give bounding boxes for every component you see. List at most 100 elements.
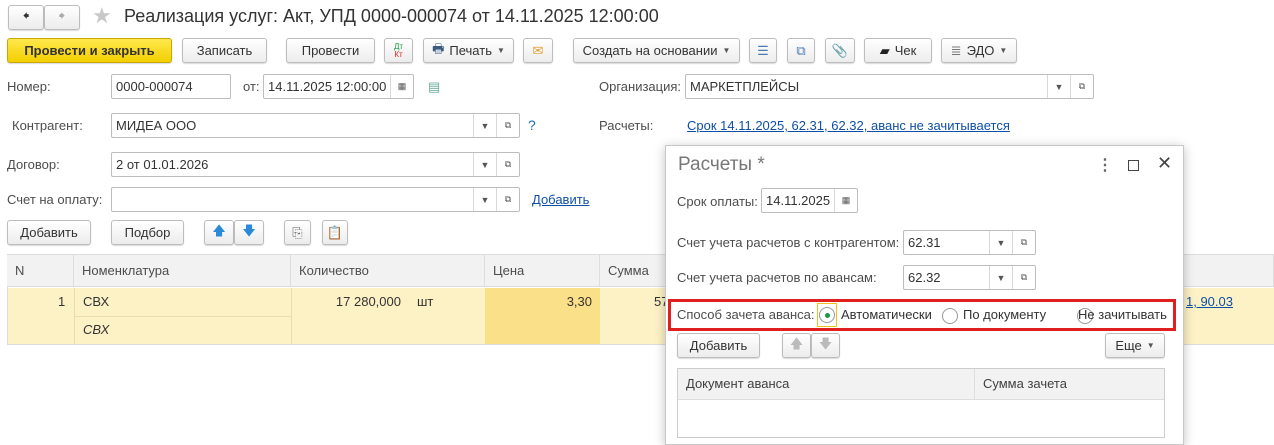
paperclip-icon: 📎 xyxy=(831,42,849,58)
dropdown-icon[interactable]: ▼ xyxy=(989,231,1012,254)
counterparty-account-label: Счет учета расчетов с контрагентом: xyxy=(677,235,900,250)
back-button[interactable]: 🠸 xyxy=(8,5,44,30)
due-date-field[interactable]: 14.11.2025 ▦ xyxy=(761,188,858,213)
move-up-button[interactable]: 🡅 xyxy=(204,220,234,245)
arrow-left-icon: 🠸 xyxy=(22,7,30,23)
date-label: от: xyxy=(243,79,260,94)
row-price: 3,30 xyxy=(566,294,592,309)
chevron-down-icon: ▼ xyxy=(1146,341,1155,350)
row-accounts-link[interactable]: 1, 90.03 xyxy=(1186,294,1233,309)
create-based-on-button[interactable]: Создать на основании ▼ xyxy=(573,38,740,63)
column-n[interactable]: N xyxy=(7,255,74,287)
counterparty-value: МИДЕА ООО xyxy=(116,118,197,133)
maximize-icon[interactable] xyxy=(1128,160,1139,171)
email-button[interactable]: ✉ xyxy=(523,38,553,63)
cash-register-icon: ▰ xyxy=(879,42,890,58)
column-quantity[interactable]: Количество xyxy=(291,255,485,287)
invoice-field[interactable]: ▼ ⧉ xyxy=(111,187,520,212)
dropdown-icon[interactable]: ▼ xyxy=(473,114,496,137)
add-row-button[interactable]: Добавить xyxy=(7,220,91,245)
radio-no-offset-label[interactable]: Не зачитывать xyxy=(1078,307,1167,322)
edo-label: ЭДО xyxy=(966,43,995,58)
document-status-icon[interactable]: ▤ xyxy=(428,79,440,95)
calendar-icon[interactable]: ▦ xyxy=(834,189,857,212)
row-quantity: 17 280,000 xyxy=(335,294,401,309)
organization-field[interactable]: МАРКЕТПЛЕЙСЫ ▼ ⧉ xyxy=(685,74,1094,99)
open-icon[interactable]: ⧉ xyxy=(1012,231,1035,254)
radio-auto[interactable] xyxy=(817,303,837,327)
advance-account-label: Счет учета расчетов по авансам: xyxy=(677,270,877,285)
paste-icon: 📋 xyxy=(326,224,344,240)
row-number: 1 xyxy=(58,294,66,309)
more-button[interactable]: Еще ▼ xyxy=(1105,333,1165,358)
kt-label: Кт xyxy=(394,49,403,59)
close-icon[interactable]: ✕ xyxy=(1157,153,1172,174)
dropdown-icon[interactable]: ▼ xyxy=(473,188,496,211)
structure-icon: ⧉ xyxy=(796,42,806,58)
due-date-label: Срок оплаты: xyxy=(677,194,758,209)
dt-kt-button[interactable]: Дт Кт xyxy=(384,38,413,63)
column-offset-sum[interactable]: Сумма зачета xyxy=(975,369,1164,400)
forward-button[interactable]: 🠺 xyxy=(44,5,80,30)
save-button[interactable]: Записать xyxy=(182,38,267,63)
open-icon[interactable]: ⧉ xyxy=(496,114,519,137)
counterparty-account-field[interactable]: 62.31 ▼ ⧉ xyxy=(903,230,1036,255)
copy-icon: ⎘ xyxy=(292,224,303,240)
check-button[interactable]: ▰ Чек xyxy=(864,38,932,63)
row-item-description: СВХ xyxy=(83,322,110,337)
counterparty-field[interactable]: МИДЕА ООО ▼ ⧉ xyxy=(111,113,520,138)
open-icon[interactable]: ⧉ xyxy=(496,153,519,176)
print-button[interactable]: 🖶 Печать ▼ xyxy=(423,38,514,63)
edo-button[interactable]: ≣ ЭДО ▼ xyxy=(941,38,1017,63)
help-icon[interactable]: ? xyxy=(528,117,536,133)
dialog-add-button[interactable]: Добавить xyxy=(677,333,760,358)
advance-account-field[interactable]: 62.32 ▼ ⧉ xyxy=(903,265,1036,290)
number-field[interactable]: 0000-000074 xyxy=(111,74,231,99)
paste-button[interactable]: 📋 xyxy=(322,220,348,245)
dropdown-icon[interactable]: ▼ xyxy=(989,266,1012,289)
dialog-move-up-button[interactable]: 🡅 xyxy=(782,333,811,358)
calendar-icon[interactable]: ▦ xyxy=(390,75,413,98)
column-price[interactable]: Цена xyxy=(485,255,600,287)
structure-button[interactable]: ⧉ xyxy=(787,38,815,63)
arrow-right-icon: 🠺 xyxy=(58,7,66,23)
post-button[interactable]: Провести xyxy=(286,38,375,63)
dropdown-icon[interactable]: ▼ xyxy=(1047,75,1070,98)
radio-by-document-label[interactable]: По документу xyxy=(963,307,1046,322)
move-down-button[interactable]: 🡇 xyxy=(234,220,264,245)
date-value: 14.11.2025 12:00:00 xyxy=(268,79,387,94)
advance-offset-label: Способ зачета аванса: xyxy=(677,307,815,322)
pick-button[interactable]: Подбор xyxy=(111,220,184,245)
number-value: 0000-000074 xyxy=(116,79,193,94)
invoice-add-link[interactable]: Добавить xyxy=(532,192,589,207)
star-icon[interactable]: ★ xyxy=(92,3,112,29)
invoice-label: Счет на оплату: xyxy=(7,192,103,207)
radio-by-document[interactable] xyxy=(942,307,958,324)
open-icon[interactable]: ⧉ xyxy=(1012,266,1035,289)
radio-auto-label[interactable]: Автоматически xyxy=(841,307,932,322)
row-item: СВХ xyxy=(83,294,110,309)
open-icon[interactable]: ⧉ xyxy=(496,188,519,211)
post-and-close-button[interactable]: Провести и закрыть xyxy=(7,38,172,63)
chevron-down-icon: ▼ xyxy=(722,46,731,55)
number-label: Номер: xyxy=(7,79,51,94)
list-button[interactable]: ☰ xyxy=(749,38,777,63)
dialog-move-down-button[interactable]: 🡇 xyxy=(811,333,840,358)
chevron-down-icon: ▼ xyxy=(999,46,1008,55)
arrow-down-icon: 🡇 xyxy=(242,222,256,238)
column-advance-document[interactable]: Документ аванса xyxy=(678,369,975,400)
arrow-up-icon: 🡅 xyxy=(789,335,804,351)
open-icon[interactable]: ⧉ xyxy=(1070,75,1093,98)
radio-selected-icon xyxy=(819,307,835,323)
column-item[interactable]: Номенклатура xyxy=(74,255,291,287)
attach-button[interactable]: 📎 xyxy=(825,38,855,63)
due-date-value: 14.11.2025 xyxy=(766,193,831,208)
dialog-title: Расчеты * xyxy=(678,154,765,175)
contract-field[interactable]: 2 от 01.01.2026 ▼ ⧉ xyxy=(111,152,520,177)
copy-button[interactable]: ⎘ xyxy=(284,220,311,245)
settlements-link[interactable]: Срок 14.11.2025, 62.31, 62.32, аванс не … xyxy=(687,118,1010,133)
contract-value: 2 от 01.01.2026 xyxy=(116,157,209,172)
more-menu-icon[interactable]: ⋮ xyxy=(1097,155,1113,175)
date-field[interactable]: 14.11.2025 12:00:00 ▦ xyxy=(263,74,414,99)
dropdown-icon[interactable]: ▼ xyxy=(473,153,496,176)
